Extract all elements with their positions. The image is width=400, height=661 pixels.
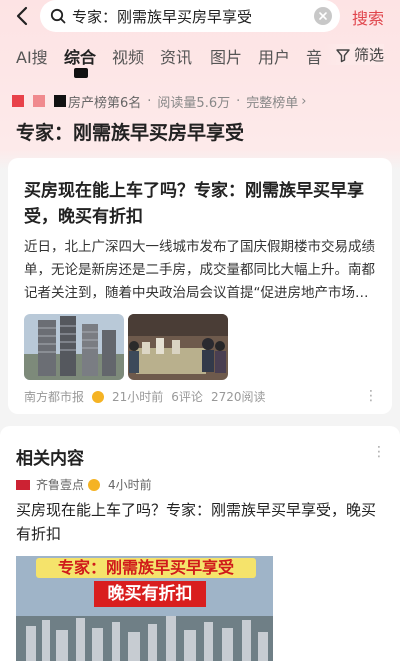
related-source[interactable]: 齐鲁壹点 [36,476,84,493]
publish-time: 21小时前 [112,390,164,404]
image-caption-2: 晚买有折扣 [94,581,206,607]
related-image[interactable]: 专家：刚需族早买早享受 晚买有折扣 [16,556,273,661]
search-query-text: 专家：刚需族早买房早享受 [72,7,253,26]
back-arrow-icon[interactable] [12,5,34,27]
tab-ai[interactable]: AI搜 [16,44,48,68]
card-thumbnail-showroom[interactable] [128,314,228,380]
related-source-row: 齐鲁壹点 4小时前 [16,476,152,493]
card-title[interactable]: 买房现在能上车了吗？专家：刚需族早买早享受，晚买有折扣 [24,178,374,230]
filter-icon [336,48,350,62]
related-title[interactable]: 买房现在能上车了吗？专家：刚需族早买早享受，晚买有折扣 [16,498,382,546]
source-name[interactable]: 南方都市报 [24,388,84,405]
hot-rank-row[interactable]: 房产榜第6名 · 阅读量5.6万 · 完整榜单 › [12,92,307,111]
active-tab-indicator [74,68,88,78]
tab-news[interactable]: 资讯 [160,44,192,68]
filter-label: 筛选 [353,46,384,64]
card-description: 近日，北上广深四大一线城市发布了国庆假期楼市交易成绩单，无论是新房还是二手房，成… [24,239,375,301]
hot-topic-title[interactable]: 专家：刚需族早买房早享受 [16,118,244,145]
card-thumbnail-buildings[interactable] [24,314,124,380]
tab-images[interactable]: 图片 [210,44,242,68]
full-list-link[interactable]: 完整榜单 [246,92,298,111]
rank-text: 房产榜第6名 [68,95,142,111]
censor-block [54,95,66,107]
tab-general[interactable]: 综合 [64,44,96,68]
search-button[interactable]: 搜索 [352,5,384,29]
related-section: 相关内容 ⋮ 齐鲁壹点 4小时前 买房现在能上车了吗？专家：刚需族早买早享受，晚… [0,426,400,661]
image-caption-1: 专家：刚需族早买早享受 [36,558,256,578]
more-options-icon[interactable]: ⋮ [364,388,378,404]
news-card[interactable]: 买房现在能上车了吗？专家：刚需族早买早享受，晚买有折扣 近日，北上广深四大一线城… [8,158,392,414]
source-logo-icon [16,479,30,490]
top-bar: 专家：刚需族早买房早享受 搜索 [0,0,400,36]
search-icon [50,8,66,24]
read-count: 阅读量5.6万 [157,95,231,111]
clear-icon[interactable] [314,7,332,25]
tab-users[interactable]: 用户 [258,44,290,68]
censor-block [12,95,24,107]
verified-badge-icon [92,390,105,403]
card-meta: 南方都市报 21小时前 6评论 2720阅读 [24,388,273,405]
read-count: 2720阅读 [210,390,266,404]
censor-block [33,95,45,107]
comment-count[interactable]: 6评论 [171,388,203,405]
tab-audio[interactable]: 音 [306,44,322,68]
related-heading: 相关内容 [16,449,84,469]
related-time: 4小时前 [108,478,152,492]
verified-badge-icon [88,478,101,491]
search-input[interactable]: 专家：刚需族早买房早享受 [40,0,340,32]
filter-button[interactable]: 筛选 [324,44,384,65]
more-options-icon[interactable]: ⋮ [372,444,386,460]
tab-video[interactable]: 视频 [112,44,144,68]
chevron-right-icon: › [301,93,307,109]
